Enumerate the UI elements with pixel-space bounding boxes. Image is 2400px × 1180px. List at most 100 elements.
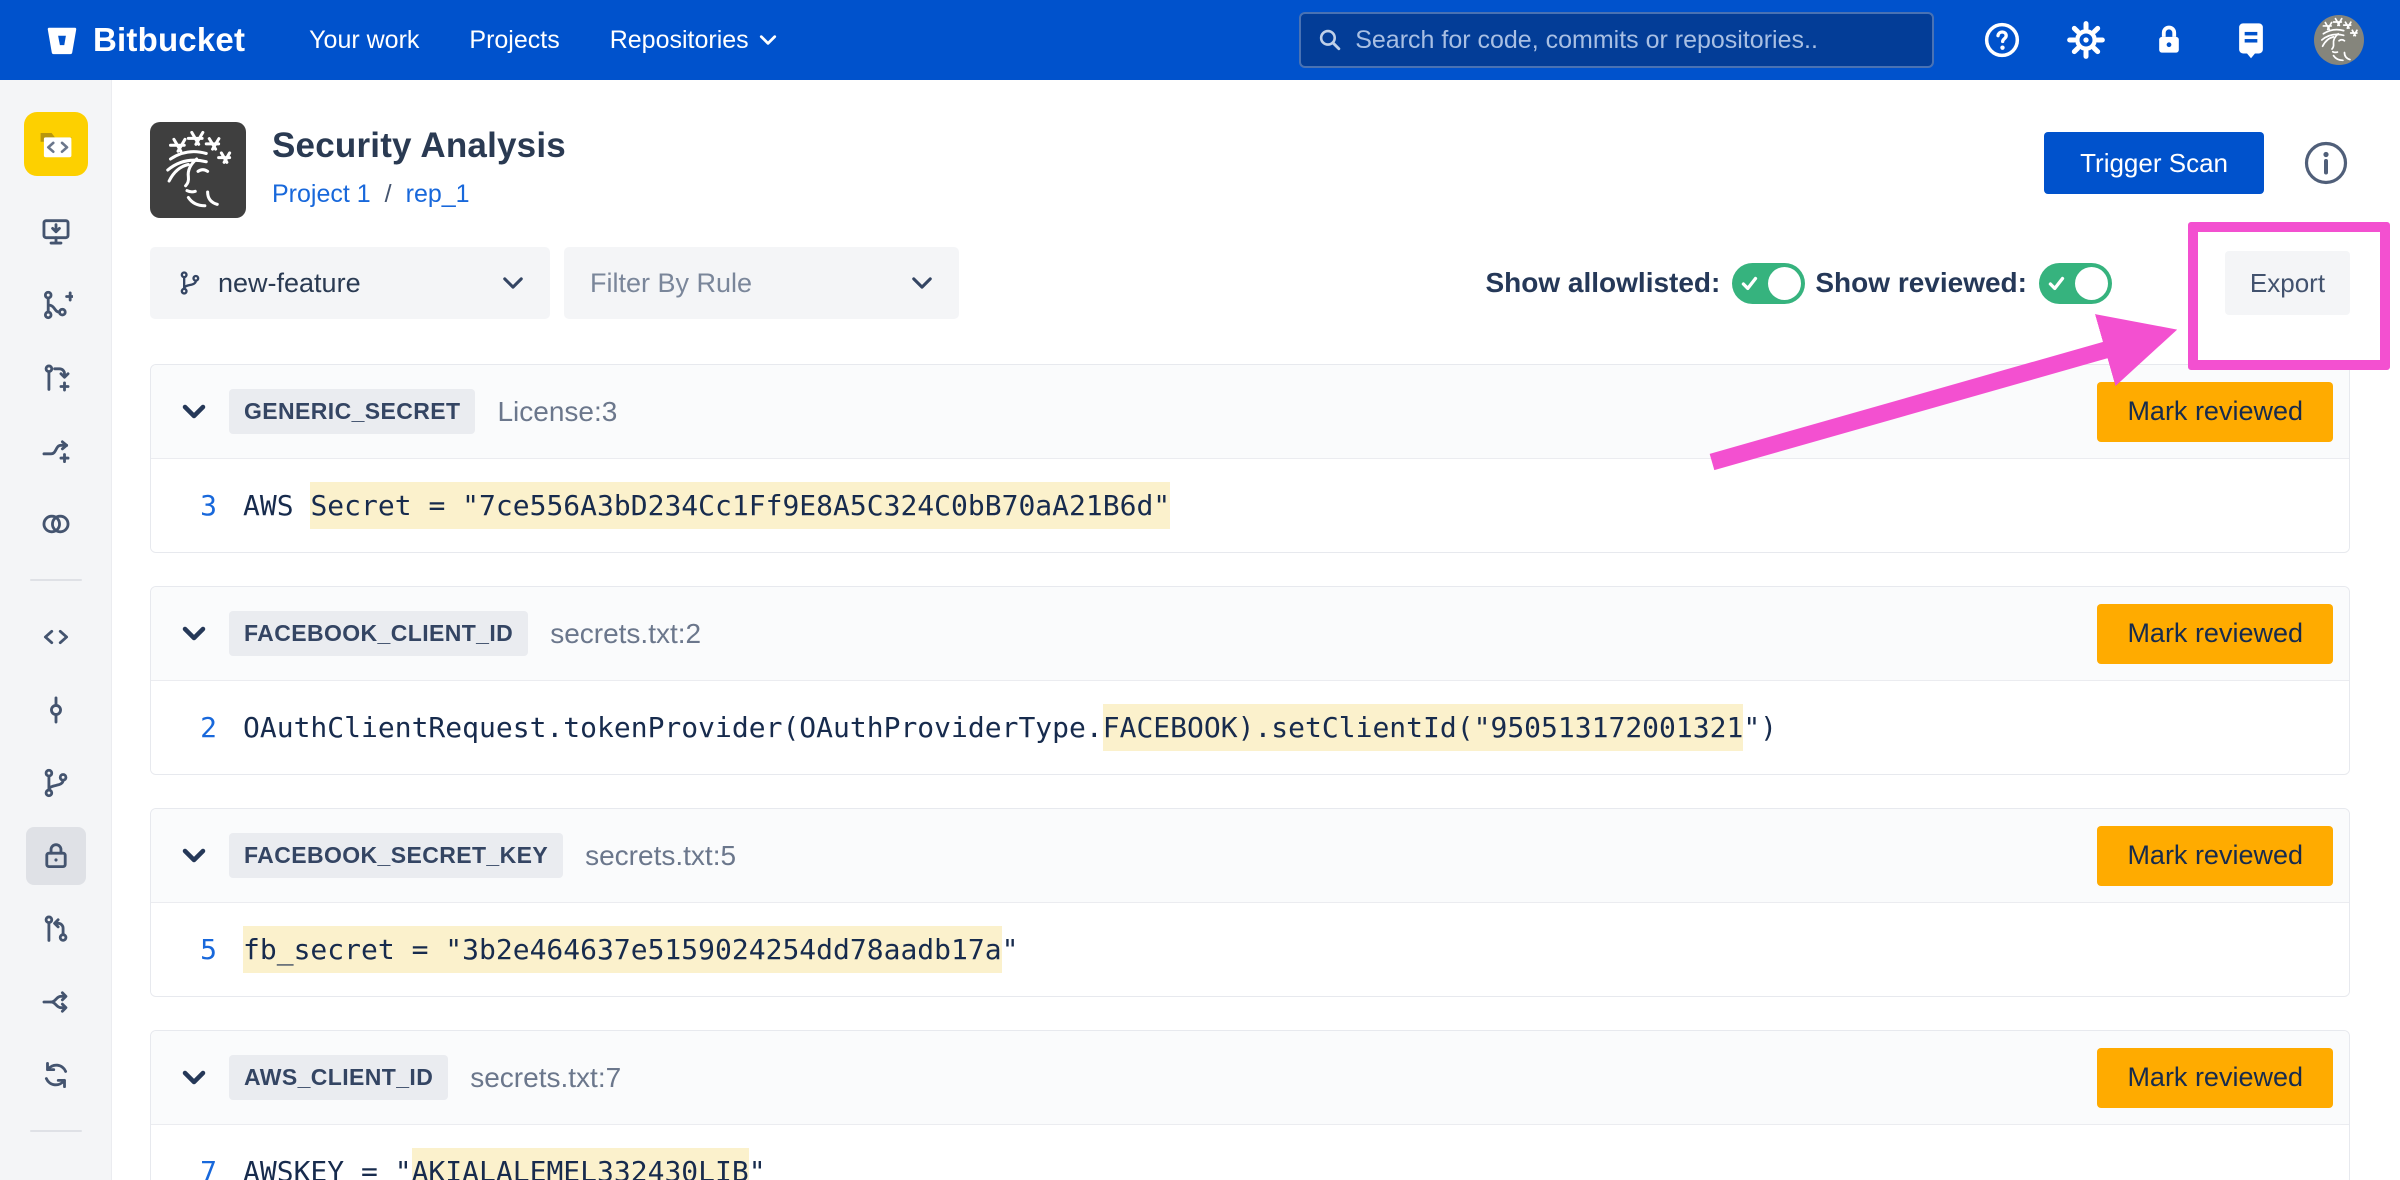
check-icon (1739, 273, 1761, 295)
show-reviewed-label: Show reviewed: (1815, 267, 2027, 299)
brand-name: Bitbucket (93, 21, 245, 59)
show-allowlisted-label: Show allowlisted: (1485, 267, 1720, 299)
security-icon[interactable] (39, 839, 73, 873)
nav-item-projects[interactable]: Projects (469, 26, 559, 55)
pipelines-icon[interactable] (39, 1058, 73, 1092)
title-block: Security Analysis Project 1 / rep_1 (272, 122, 566, 209)
branches-icon[interactable] (39, 766, 73, 800)
finding-code-row: 2 OAuthClientRequest.tokenProvider(OAuth… (151, 681, 2349, 774)
breadcrumb-repo-link[interactable]: rep_1 (406, 180, 470, 209)
toggle-cluster: Show allowlisted: Show reviewed: Export (1485, 251, 2350, 315)
rule-filter[interactable]: Filter By Rule (564, 247, 959, 319)
mark-reviewed-button[interactable]: Mark reviewed (2097, 1048, 2333, 1108)
toggle-knob (2075, 267, 2108, 300)
create-branch-icon[interactable] (39, 288, 73, 322)
mark-reviewed-button[interactable]: Mark reviewed (2097, 382, 2333, 442)
top-navbar: Bitbucket Your work Projects Repositorie… (0, 0, 2400, 80)
mark-reviewed-button[interactable]: Mark reviewed (2097, 826, 2333, 886)
fork-icon[interactable] (39, 434, 73, 468)
finding-header[interactable]: GENERIC_SECRET License:3 Mark reviewed (151, 365, 2349, 459)
info-icon[interactable] (2302, 139, 2350, 187)
code-line: OAuthClientRequest.tokenProvider(OAuthPr… (243, 711, 1777, 744)
code-segment: AWSKEY = " (243, 1155, 412, 1180)
mark-reviewed-button[interactable]: Mark reviewed (2097, 604, 2333, 664)
compare-icon[interactable] (39, 507, 73, 541)
check-icon (2046, 273, 2068, 295)
line-number: 5 (151, 933, 217, 966)
deployments-icon[interactable] (39, 985, 73, 1019)
finding-code-row: 5 fb_secret = "3b2e464637e5159024254dd78… (151, 903, 2349, 996)
finding-card: AWS_CLIENT_ID secrets.txt:7 Mark reviewe… (150, 1030, 2350, 1180)
user-avatar[interactable] (2314, 15, 2364, 65)
branch-selector-value: new-feature (218, 268, 361, 299)
header-actions: Trigger Scan (2044, 122, 2350, 194)
finding-header[interactable]: FACEBOOK_SECRET_KEY secrets.txt:5 Mark r… (151, 809, 2349, 903)
pull-requests-icon[interactable] (39, 912, 73, 946)
collapse-chevron-icon[interactable] (179, 848, 209, 863)
rule-badge: FACEBOOK_SECRET_KEY (229, 833, 563, 878)
global-search[interactable] (1299, 12, 1934, 68)
repository-avatar[interactable] (24, 112, 88, 176)
secret-highlight: FACEBOOK).setClientId("950513172001321 (1103, 704, 1744, 751)
finding-card: FACEBOOK_CLIENT_ID secrets.txt:2 Mark re… (150, 586, 2350, 775)
search-input[interactable] (1355, 26, 1916, 55)
feedback-icon[interactable] (2232, 19, 2270, 61)
finding-code-row: 3 AWS Secret = "7ce556A3bD234Cc1Ff9E8A5C… (151, 459, 2349, 552)
filter-row: new-feature Filter By Rule Show allowlis… (150, 247, 2350, 319)
source-icon[interactable] (39, 620, 73, 654)
line-number: 3 (151, 489, 217, 522)
rule-filter-placeholder: Filter By Rule (590, 268, 752, 299)
create-pull-request-icon[interactable] (39, 361, 73, 395)
secret-highlight: Secret = "7ce556A3bD234Cc1Ff9E8A5C324C0b… (310, 482, 1170, 529)
branch-selector[interactable]: new-feature (150, 247, 550, 319)
line-number: 7 (151, 1155, 217, 1180)
nav-item-repositories[interactable]: Repositories (610, 26, 777, 55)
finding-card: GENERIC_SECRET License:3 Mark reviewed 3… (150, 364, 2350, 553)
finding-location: secrets.txt:7 (470, 1062, 621, 1094)
trigger-scan-button[interactable]: Trigger Scan (2044, 132, 2264, 194)
rule-badge: GENERIC_SECRET (229, 389, 475, 434)
code-segment: " (1002, 933, 1019, 966)
finding-location: License:3 (497, 396, 617, 428)
lock-icon[interactable] (2150, 20, 2188, 60)
search-icon (1317, 26, 1343, 54)
bitbucket-bucket-icon (44, 22, 80, 58)
collapse-chevron-icon[interactable] (179, 404, 209, 419)
commits-icon[interactable] (39, 693, 73, 727)
show-allowlisted-toggle[interactable] (1732, 263, 1805, 304)
page-header: Security Analysis Project 1 / rep_1 Trig… (150, 122, 2350, 218)
breadcrumb: Project 1 / rep_1 (272, 180, 566, 209)
bitbucket-logo[interactable]: Bitbucket (44, 21, 245, 59)
chevron-down-icon (911, 276, 933, 290)
show-reviewed-toggle[interactable] (2039, 263, 2112, 304)
export-button[interactable]: Export (2225, 251, 2350, 315)
page-title: Security Analysis (272, 126, 566, 166)
finding-header[interactable]: FACEBOOK_CLIENT_ID secrets.txt:2 Mark re… (151, 587, 2349, 681)
branch-icon (176, 269, 204, 297)
help-icon[interactable] (1982, 20, 2022, 60)
collapse-chevron-icon[interactable] (179, 1070, 209, 1085)
code-line: fb_secret = "3b2e464637e5159024254dd78aa… (243, 933, 1018, 966)
sidebar-divider (30, 579, 82, 581)
chevron-down-icon (502, 276, 524, 290)
repo-sidebar (0, 80, 112, 1180)
settings-icon[interactable] (2066, 20, 2106, 60)
main-content: Security Analysis Project 1 / rep_1 Trig… (112, 80, 2400, 1180)
nav-item-your-work[interactable]: Your work (309, 26, 419, 55)
bitbucket-security-page: Bitbucket Your work Projects Repositorie… (0, 0, 2400, 1180)
nav-icon-group (1982, 15, 2364, 65)
clone-icon[interactable] (39, 215, 73, 249)
collapse-chevron-icon[interactable] (179, 626, 209, 641)
sidebar-divider (30, 1130, 82, 1132)
code-segment: " (749, 1155, 766, 1180)
code-segment: ") (1743, 711, 1777, 744)
finding-location: secrets.txt:5 (585, 840, 736, 872)
avatar-art (2314, 15, 2364, 65)
finding-header[interactable]: AWS_CLIENT_ID secrets.txt:7 Mark reviewe… (151, 1031, 2349, 1125)
nav-menu: Your work Projects Repositories (309, 26, 777, 55)
toggle-knob (1768, 267, 1801, 300)
rule-badge: AWS_CLIENT_ID (229, 1055, 448, 1100)
breadcrumb-project-link[interactable]: Project 1 (272, 180, 371, 209)
finding-code-row: 7 AWSKEY = "AKIALALEMEL332430LIB" (151, 1125, 2349, 1180)
finding-location: secrets.txt:2 (550, 618, 701, 650)
